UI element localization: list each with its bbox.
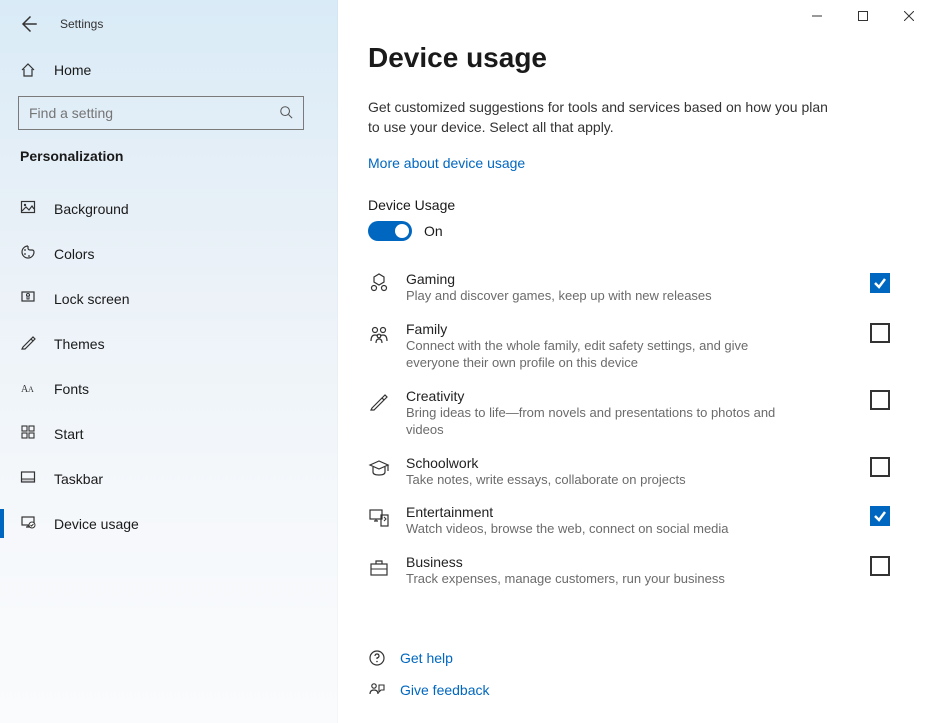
device-usage-toggle[interactable] bbox=[368, 221, 412, 241]
usage-title: Schoolwork bbox=[406, 455, 854, 471]
business-icon bbox=[368, 556, 390, 578]
sidebar-item-label: Colors bbox=[54, 246, 94, 262]
usage-desc: Bring ideas to life—from novels and pres… bbox=[406, 404, 786, 439]
creativity-icon bbox=[368, 390, 390, 412]
footer-links: Get help Give feedback bbox=[368, 642, 890, 706]
schoolwork-icon bbox=[368, 457, 390, 479]
lock-screen-icon bbox=[20, 289, 36, 308]
sidebar-item-background[interactable]: Background bbox=[0, 186, 337, 231]
sidebar-item-label: Taskbar bbox=[54, 471, 103, 487]
minimize-button[interactable] bbox=[794, 0, 840, 32]
give-feedback-link[interactable]: Give feedback bbox=[368, 674, 890, 706]
get-help-label: Get help bbox=[400, 650, 453, 666]
back-button[interactable] bbox=[18, 14, 38, 34]
sidebar-item-fonts[interactable]: AA Fonts bbox=[0, 366, 337, 411]
titlebar: Settings bbox=[0, 10, 337, 52]
search-input[interactable] bbox=[29, 105, 269, 121]
gaming-icon bbox=[368, 273, 390, 295]
device-usage-toggle-label: On bbox=[424, 223, 443, 239]
sidebar-item-taskbar[interactable]: Taskbar bbox=[0, 456, 337, 501]
sidebar-item-themes[interactable]: Themes bbox=[0, 321, 337, 366]
device-usage-subheader: Device Usage bbox=[368, 197, 890, 213]
window-controls bbox=[794, 0, 932, 32]
usage-item-family: FamilyConnect with the whole family, edi… bbox=[368, 313, 890, 380]
sidebar: Settings Home Personalization Background… bbox=[0, 0, 338, 723]
sidebar-item-lock-screen[interactable]: Lock screen bbox=[0, 276, 337, 321]
usage-desc: Track expenses, manage customers, run yo… bbox=[406, 570, 786, 588]
usage-title: Creativity bbox=[406, 388, 854, 404]
sidebar-home[interactable]: Home bbox=[0, 52, 337, 88]
usage-item-schoolwork: SchoolworkTake notes, write essays, coll… bbox=[368, 447, 890, 497]
colors-icon bbox=[20, 244, 36, 263]
usage-title: Family bbox=[406, 321, 854, 337]
sidebar-item-start[interactable]: Start bbox=[0, 411, 337, 456]
usage-desc: Take notes, write essays, collaborate on… bbox=[406, 471, 786, 489]
help-icon bbox=[368, 649, 386, 667]
entertainment-icon bbox=[368, 506, 390, 528]
sidebar-item-label: Themes bbox=[54, 336, 105, 352]
taskbar-icon bbox=[20, 469, 36, 488]
fonts-icon: AA bbox=[20, 379, 36, 398]
usage-item-gaming: GamingPlay and discover games, keep up w… bbox=[368, 263, 890, 313]
main-content: Device usage Get customized suggestions … bbox=[338, 0, 932, 723]
home-icon bbox=[20, 62, 36, 78]
usage-title: Business bbox=[406, 554, 854, 570]
sidebar-item-colors[interactable]: Colors bbox=[0, 231, 337, 276]
themes-icon bbox=[20, 334, 36, 353]
close-button[interactable] bbox=[886, 0, 932, 32]
page-description: Get customized suggestions for tools and… bbox=[368, 98, 828, 137]
maximize-button[interactable] bbox=[840, 0, 886, 32]
background-icon bbox=[20, 199, 36, 218]
usage-item-business: BusinessTrack expenses, manage customers… bbox=[368, 546, 890, 596]
usage-checkbox-entertainment[interactable] bbox=[870, 506, 890, 526]
sidebar-item-label: Lock screen bbox=[54, 291, 129, 307]
usage-item-entertainment: EntertainmentWatch videos, browse the we… bbox=[368, 496, 890, 546]
feedback-icon bbox=[368, 681, 386, 699]
usage-checkbox-creativity[interactable] bbox=[870, 390, 890, 410]
usage-list: GamingPlay and discover games, keep up w… bbox=[368, 263, 890, 595]
usage-title: Gaming bbox=[406, 271, 854, 287]
usage-item-creativity: CreativityBring ideas to life—from novel… bbox=[368, 380, 890, 447]
more-about-link[interactable]: More about device usage bbox=[368, 155, 525, 171]
sidebar-section-title: Personalization bbox=[0, 148, 337, 180]
app-title: Settings bbox=[60, 17, 103, 31]
sidebar-home-label: Home bbox=[54, 62, 91, 78]
search-icon bbox=[279, 105, 293, 122]
usage-checkbox-schoolwork[interactable] bbox=[870, 457, 890, 477]
usage-checkbox-family[interactable] bbox=[870, 323, 890, 343]
usage-checkbox-gaming[interactable] bbox=[870, 273, 890, 293]
family-icon bbox=[368, 323, 390, 345]
usage-checkbox-business[interactable] bbox=[870, 556, 890, 576]
sidebar-item-label: Device usage bbox=[54, 516, 139, 532]
search-box[interactable] bbox=[18, 96, 304, 130]
give-feedback-label: Give feedback bbox=[400, 682, 490, 698]
usage-desc: Connect with the whole family, edit safe… bbox=[406, 337, 786, 372]
sidebar-item-label: Fonts bbox=[54, 381, 89, 397]
sidebar-item-label: Background bbox=[54, 201, 129, 217]
get-help-link[interactable]: Get help bbox=[368, 642, 890, 674]
usage-desc: Watch videos, browse the web, connect on… bbox=[406, 520, 786, 538]
sidebar-item-device-usage[interactable]: Device usage bbox=[0, 501, 337, 546]
svg-text:A: A bbox=[28, 385, 34, 394]
page-title: Device usage bbox=[368, 42, 890, 74]
usage-title: Entertainment bbox=[406, 504, 854, 520]
sidebar-nav: Background Colors Lock screen Themes AA Fonts… bbox=[0, 180, 337, 546]
arrow-left-icon bbox=[18, 14, 38, 34]
device-usage-icon bbox=[20, 514, 36, 533]
usage-desc: Play and discover games, keep up with ne… bbox=[406, 287, 786, 305]
sidebar-item-label: Start bbox=[54, 426, 84, 442]
start-icon bbox=[20, 424, 36, 443]
